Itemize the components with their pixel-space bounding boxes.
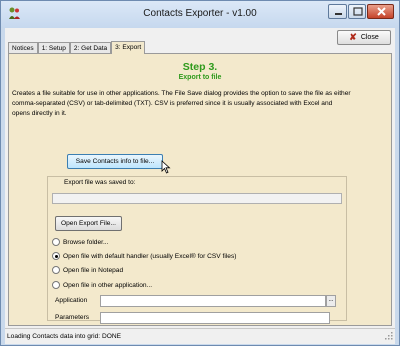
radio-label: Open file with default handler (usually … xyxy=(63,252,237,260)
tab-export[interactable]: 3: Export xyxy=(111,41,146,54)
application-label: Application xyxy=(55,297,88,304)
export-panel: Step 3. Export to file Creates a file su… xyxy=(8,53,392,326)
radio-circle xyxy=(52,252,60,260)
export-path-field[interactable] xyxy=(52,193,342,204)
resize-grip-icon[interactable] xyxy=(385,332,393,340)
radio-label: Browse folder... xyxy=(63,238,109,246)
close-icon xyxy=(377,7,386,16)
application-browse-button[interactable]: ... xyxy=(326,295,336,307)
radio-default-handler[interactable]: Open file with default handler (usually … xyxy=(52,252,236,260)
parameters-label: Parameters xyxy=(55,314,90,321)
save-contacts-button[interactable]: Save Contacts info to file... xyxy=(67,154,163,169)
radio-circle xyxy=(52,281,60,289)
export-saved-label: Export file was saved to: xyxy=(64,179,136,186)
status-bar: Loading Contacts data into grid: DONE xyxy=(5,328,395,344)
client-area: ✘ Close Notices 1: Setup 2: Get Data 3: … xyxy=(5,28,395,328)
radio-browse-folder[interactable]: Browse folder... xyxy=(52,238,108,246)
radio-label: Open file in Notepad xyxy=(63,266,124,274)
maximize-icon xyxy=(353,7,363,16)
close-x-icon: ✘ xyxy=(349,32,357,42)
radio-label: Open file in other application... xyxy=(63,281,153,289)
radio-other-application[interactable]: Open file in other application... xyxy=(52,281,152,289)
close-button-label: Close xyxy=(360,34,379,41)
parameters-input[interactable] xyxy=(100,312,330,324)
close-button[interactable]: ✘ Close xyxy=(337,30,391,45)
step-description: Creates a file suitable for use in other… xyxy=(12,90,351,117)
step-subtitle: Export to file xyxy=(178,74,222,81)
minimize-button[interactable] xyxy=(328,4,347,19)
radio-notepad[interactable]: Open file in Notepad xyxy=(52,266,123,274)
application-input[interactable] xyxy=(100,295,326,307)
mouse-cursor-icon xyxy=(161,160,171,174)
radio-circle xyxy=(52,238,60,246)
maximize-button[interactable] xyxy=(348,4,366,19)
minimize-icon xyxy=(335,13,342,15)
window-close-button[interactable] xyxy=(367,4,394,19)
app-window: Contacts Exporter - v1.00 ✘ Close Notice… xyxy=(0,0,400,346)
step-title: Step 3. xyxy=(182,61,218,73)
open-export-file-button[interactable]: Open Export File... xyxy=(55,216,122,231)
radio-circle xyxy=(52,266,60,274)
title-bar[interactable]: Contacts Exporter - v1.00 xyxy=(1,1,399,28)
